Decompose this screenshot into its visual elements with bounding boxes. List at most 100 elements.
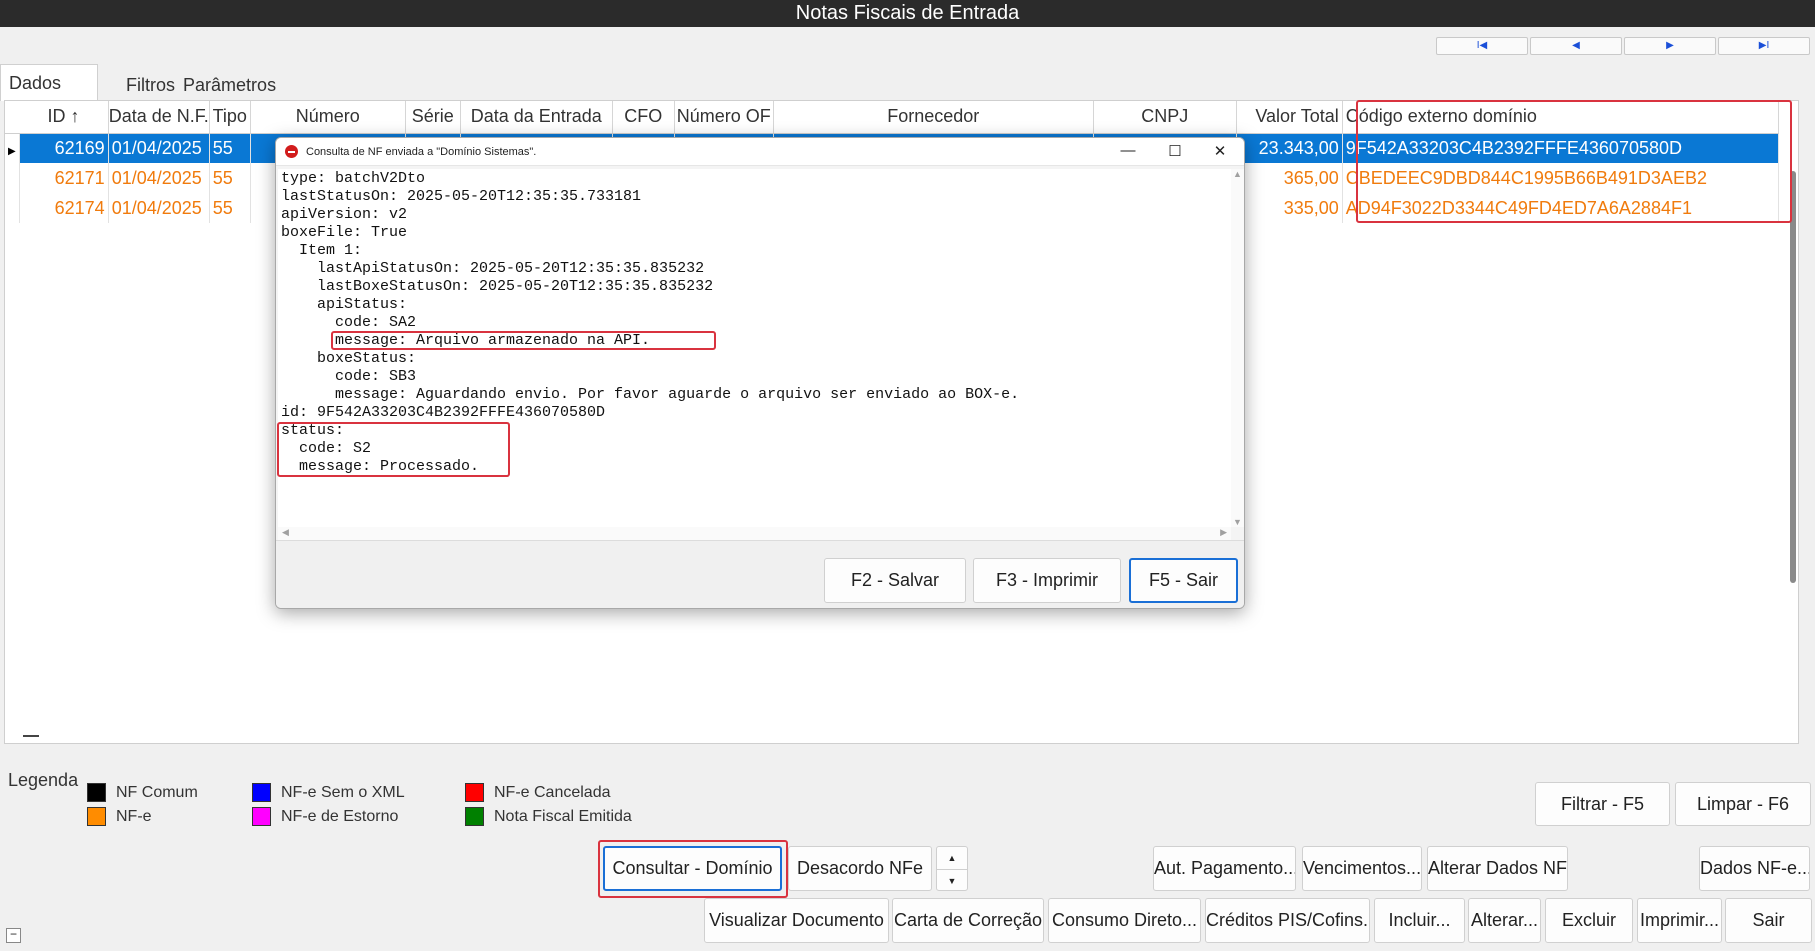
legend-label: NF-e Cancelada [494, 783, 611, 801]
text-line: boxeStatus: [281, 350, 417, 367]
cell-id[interactable]: 62169 [19, 133, 109, 163]
nav-first-button[interactable]: I◀ [1436, 37, 1528, 55]
aut-pagamento-button[interactable]: Aut. Pagamento... [1153, 846, 1296, 891]
legend-item: NF-e [87, 807, 152, 826]
grid-vertical-scrollbar[interactable] [1790, 171, 1796, 583]
scroll-up-icon[interactable]: ▲ [1231, 169, 1244, 179]
legend-item: NF-e de Estorno [252, 807, 398, 826]
col-cfo[interactable]: CFO [612, 101, 675, 134]
text-line: lastApiStatusOn: 2025-05-20T12:35:35.835… [281, 260, 705, 277]
col-id[interactable]: ID ↑ [19, 101, 109, 134]
incluir-button[interactable]: Incluir... [1374, 898, 1465, 943]
legend-item: NF-e Cancelada [465, 783, 611, 802]
nav-next-button[interactable]: ▶ [1624, 37, 1716, 55]
col-data-entrada[interactable]: Data da Entrada [460, 101, 613, 134]
dialog-horizontal-scrollbar[interactable]: ◀ ▶ [278, 527, 1231, 540]
text-line: Item 1: [281, 242, 363, 259]
text-line: code: SB3 [281, 368, 417, 385]
move-down-icon[interactable]: ▼ [937, 869, 967, 891]
imprimir-button[interactable]: Imprimir... [1637, 898, 1722, 943]
maximize-icon[interactable]: ☐ [1153, 142, 1197, 160]
col-fornecedor[interactable]: Fornecedor [773, 101, 1094, 134]
col-codigo-externo[interactable]: Código externo domínio [1342, 101, 1779, 134]
scroll-down-icon[interactable]: ▼ [1231, 517, 1244, 527]
dialog-vertical-scrollbar[interactable]: ▲ ▼ [1231, 169, 1244, 527]
dialog-imprimir-button[interactable]: F3 - Imprimir [973, 558, 1121, 603]
scroll-left-icon[interactable]: ◀ [282, 527, 289, 538]
excluir-button[interactable]: Excluir [1545, 898, 1633, 943]
legend-item: NF Comum [87, 783, 198, 802]
legend-label: NF Comum [116, 783, 198, 801]
col-valor-total[interactable]: Valor Total [1236, 101, 1343, 134]
carta-correcao-button[interactable]: Carta de Correção [892, 898, 1044, 943]
cell-codigo-externo[interactable]: AD94F3022D3344C49FD4ED7A6A2884F1 [1342, 193, 1779, 223]
legend-swatch [465, 783, 484, 802]
text-line: status: [281, 422, 345, 439]
tab-dados[interactable]: Dados [0, 64, 99, 101]
cell-data-nf[interactable]: 01/04/2025 [108, 163, 210, 193]
grid-header-indicator [5, 101, 20, 134]
col-numero[interactable]: Número [250, 101, 406, 134]
alterar-button[interactable]: Alterar... [1468, 898, 1541, 943]
dialog-sair-button[interactable]: F5 - Sair [1129, 558, 1238, 603]
text-line: lastStatusOn: 2025-05-20T12:35:35.733181 [281, 188, 642, 205]
legend-label: NF-e de Estorno [281, 807, 399, 825]
consultar-dominio-button[interactable]: Consultar - Domínio [603, 846, 782, 891]
stop-icon [285, 145, 298, 158]
col-numero-of[interactable]: Número OF [674, 101, 774, 134]
minimize-icon[interactable]: — [1106, 142, 1150, 159]
cell-tipo[interactable]: 55 [209, 133, 251, 163]
col-data-nf[interactable]: Data de N.F. [108, 101, 210, 134]
cell-valor-total[interactable]: 335,00 [1236, 193, 1343, 223]
col-cnpj[interactable]: CNPJ [1093, 101, 1237, 134]
desacordo-nfe-button[interactable]: Desacordo NFe [788, 846, 932, 891]
close-icon[interactable]: ✕ [1198, 142, 1242, 160]
tab-parametros[interactable]: Parâmetros [183, 69, 284, 101]
cell-codigo-externo[interactable]: 9F542A33203C4B2392FFFE436070580D [1342, 133, 1779, 163]
cell-data-nf[interactable]: 01/04/2025 [108, 193, 210, 223]
legend-swatch [252, 807, 271, 826]
consulta-dialog: Consulta de NF enviada a "Domínio Sistem… [275, 137, 1245, 609]
nav-prev-button[interactable]: ◀ [1530, 37, 1622, 55]
text-line: apiStatus: [281, 296, 408, 313]
move-updown-stepper[interactable]: ▲ ▼ [936, 846, 968, 891]
col-serie[interactable]: Série [405, 101, 461, 134]
dados-nfe-button[interactable]: Dados NF-e... [1699, 846, 1810, 891]
visualizar-documento-button[interactable]: Visualizar Documento [704, 898, 889, 943]
legend-swatch [465, 807, 484, 826]
limpar-button[interactable]: Limpar - F6 [1675, 782, 1811, 826]
consumo-direto-button[interactable]: Consumo Direto... [1048, 898, 1201, 943]
tab-filtros[interactable]: Filtros [118, 69, 183, 101]
legend-item: NF-e Sem o XML [252, 783, 405, 802]
cell-codigo-externo[interactable]: CBEDEEC9DBD844C1995B66B491D3AEB2 [1342, 163, 1779, 193]
filtrar-button[interactable]: Filtrar - F5 [1535, 782, 1670, 826]
legend-swatch [87, 807, 106, 826]
cell-tipo[interactable]: 55 [209, 163, 251, 193]
legend-title: Legenda [8, 770, 79, 790]
cell-tipo[interactable]: 55 [209, 193, 251, 223]
sair-button[interactable]: Sair [1725, 898, 1812, 943]
legend-swatch [252, 783, 271, 802]
salvar-button[interactable]: F2 - Salvar [824, 558, 966, 603]
nav-last-button[interactable]: ▶I [1718, 37, 1810, 55]
text-line: lastBoxeStatusOn: 2025-05-20T12:35:35.83… [281, 278, 714, 295]
legend-label: NF-e [116, 807, 152, 825]
vencimentos-button[interactable]: Vencimentos... [1302, 846, 1422, 891]
cell-data-nf[interactable]: 01/04/2025 [108, 133, 210, 163]
scroll-right-icon[interactable]: ▶ [1220, 527, 1227, 538]
window-title: Notas Fiscais de Entrada [0, 0, 1815, 27]
cell-id[interactable]: 62171 [19, 163, 109, 193]
cell-valor-total[interactable]: 23.343,00 [1236, 133, 1343, 163]
text-line: message: Arquivo armazenado na API. [281, 332, 651, 349]
move-up-icon[interactable]: ▲ [937, 847, 967, 869]
col-tipo[interactable]: Tipo [209, 101, 251, 134]
cell-valor-total[interactable]: 365,00 [1236, 163, 1343, 193]
response-textarea[interactable]: type: batchV2Dto lastStatusOn: 2025-05-20… [278, 169, 1231, 527]
collapse-minus-icon[interactable]: − [6, 928, 21, 943]
grid-header-row: ID ↑ Data de N.F. Tipo Número Série Data… [5, 101, 1779, 134]
creditos-pis-cofins-button[interactable]: Créditos PIS/Cofins... [1205, 898, 1370, 943]
row-indicator [5, 163, 20, 193]
grid-splitter-handle[interactable] [23, 735, 39, 737]
alterar-dados-nf-button[interactable]: Alterar Dados NF [1427, 846, 1568, 891]
cell-id[interactable]: 62174 [19, 193, 109, 223]
